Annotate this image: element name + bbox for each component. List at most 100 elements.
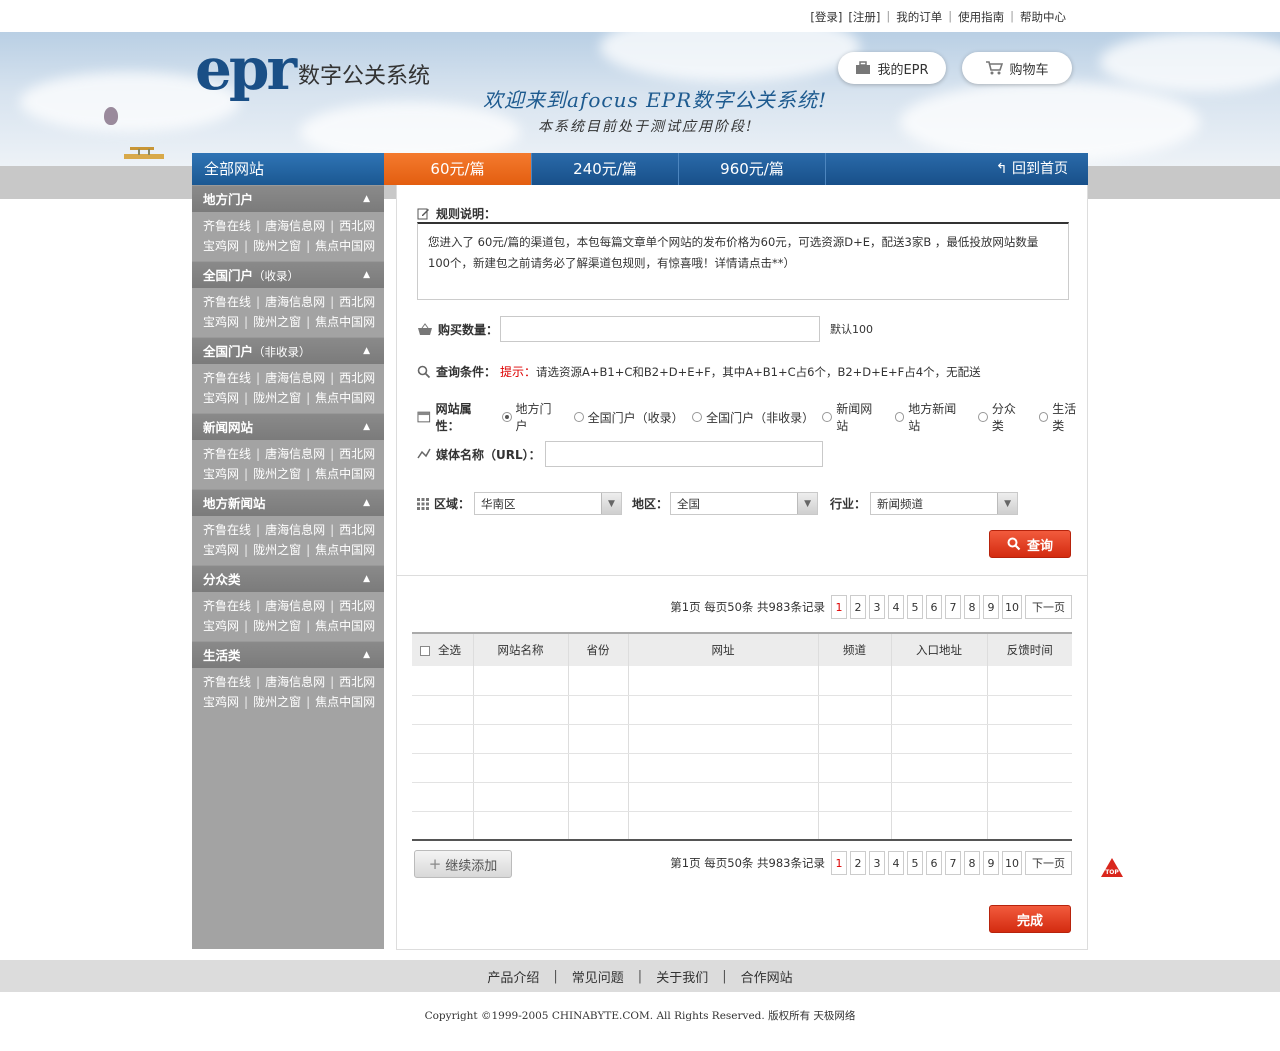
sidebar-site-link[interactable]: 陇州之窗 (253, 467, 301, 481)
page-button[interactable]: 8 (964, 851, 980, 875)
page-button[interactable]: 9 (983, 595, 999, 619)
sidebar-section-header[interactable]: 地方新闻站 ▲ (192, 489, 384, 516)
page-button[interactable]: 6 (926, 851, 942, 875)
page-button[interactable]: 4 (888, 851, 904, 875)
sidebar-site-link[interactable]: 西北网 (339, 371, 375, 385)
sidebar-site-link[interactable]: 齐鲁在线 (203, 523, 251, 537)
query-button[interactable]: 查询 (989, 530, 1071, 558)
logo[interactable]: epr 数字公关系统 (195, 40, 430, 98)
tab-240[interactable]: 240元/篇 (531, 153, 678, 185)
page-button[interactable]: 8 (964, 595, 980, 619)
radio-button[interactable] (692, 412, 703, 422)
radio-button[interactable] (894, 412, 905, 422)
nature-radio-option[interactable]: 全国门户（非收录） (692, 400, 814, 434)
select-all-checkbox[interactable] (420, 645, 430, 656)
my-orders-link[interactable]: 我的订单 (890, 9, 948, 25)
radio-button[interactable] (978, 412, 988, 422)
tab-960[interactable]: 960元/篇 (678, 153, 825, 185)
industry-select[interactable]: 新闻频道 ▼ (870, 492, 1019, 515)
sidebar-site-link[interactable]: 宝鸡网 (203, 619, 239, 633)
nature-radio-option[interactable]: 分众类 (978, 400, 1026, 434)
nature-radio-option[interactable]: 全国门户（收录） (573, 400, 684, 434)
sidebar-site-link[interactable]: 焦点中国网 (315, 391, 375, 405)
sidebar-site-link[interactable]: 唐海信息网 (265, 447, 325, 461)
page-button[interactable]: 5 (907, 851, 923, 875)
sidebar-site-link[interactable]: 齐鲁在线 (203, 447, 251, 461)
page-button[interactable]: 6 (926, 595, 942, 619)
page-button[interactable]: 7 (945, 851, 961, 875)
my-epr-button[interactable]: 我的EPR (838, 52, 946, 84)
sidebar-site-link[interactable]: 唐海信息网 (265, 219, 325, 233)
media-url-input[interactable] (544, 441, 823, 467)
sidebar-site-link[interactable]: 西北网 (339, 523, 375, 537)
sidebar-site-link[interactable]: 宝鸡网 (203, 695, 239, 709)
page-button[interactable]: 10 (1002, 595, 1022, 619)
sidebar-site-link[interactable]: 宝鸡网 (203, 239, 239, 253)
add-more-button[interactable]: + 继续添加 (414, 850, 512, 878)
sidebar-site-link[interactable]: 唐海信息网 (265, 371, 325, 385)
footer-product-link[interactable]: 产品介绍 (487, 967, 539, 986)
collapse-arrow-icon[interactable]: ▲ (363, 262, 370, 289)
page-button[interactable]: 4 (888, 595, 904, 619)
sidebar-site-link[interactable]: 宝鸡网 (203, 467, 239, 481)
next-page-button[interactable]: 下一页 (1025, 851, 1072, 875)
sidebar-site-link[interactable]: 唐海信息网 (265, 295, 325, 309)
sidebar-site-link[interactable]: 西北网 (339, 295, 375, 309)
collapse-arrow-icon[interactable]: ▲ (363, 566, 370, 593)
sidebar-site-link[interactable]: 宝鸡网 (203, 543, 239, 557)
radio-button[interactable] (501, 412, 512, 422)
region-select[interactable]: 华南区 ▼ (474, 492, 623, 515)
sidebar-site-link[interactable]: 西北网 (339, 219, 375, 233)
sidebar-site-link[interactable]: 焦点中国网 (315, 543, 375, 557)
home-link[interactable]: ↰ 回到首页 (825, 153, 1088, 185)
page-button[interactable]: 9 (983, 851, 999, 875)
footer-partners-link[interactable]: 合作网站 (741, 967, 793, 986)
sidebar-site-link[interactable]: 陇州之窗 (253, 695, 301, 709)
sidebar-site-link[interactable]: 焦点中国网 (315, 315, 375, 329)
nature-radio-option[interactable]: 生活类 (1038, 400, 1087, 434)
sidebar-section-header[interactable]: 生活类 ▲ (192, 641, 384, 668)
login-link[interactable]: [登录] (804, 9, 848, 25)
collapse-arrow-icon[interactable]: ▲ (363, 490, 370, 517)
sidebar-site-link[interactable]: 唐海信息网 (265, 599, 325, 613)
footer-about-link[interactable]: 关于我们 (656, 967, 708, 986)
tab-60[interactable]: 60元/篇 (384, 153, 531, 185)
sidebar-site-link[interactable]: 陇州之窗 (253, 239, 301, 253)
sidebar-site-link[interactable]: 焦点中国网 (315, 467, 375, 481)
help-link[interactable]: 帮助中心 (1014, 9, 1072, 25)
sidebar-site-link[interactable]: 齐鲁在线 (203, 371, 251, 385)
page-button[interactable]: 3 (869, 851, 885, 875)
collapse-arrow-icon[interactable]: ▲ (363, 338, 370, 365)
sidebar-site-link[interactable]: 西北网 (339, 599, 375, 613)
all-sites-tab[interactable]: 全部网站 (192, 153, 384, 185)
sidebar-section-header[interactable]: 地方门户 ▲ (192, 185, 384, 212)
sidebar-site-link[interactable]: 陇州之窗 (253, 543, 301, 557)
page-button[interactable]: 2 (850, 595, 866, 619)
sidebar-section-header[interactable]: 分众类 ▲ (192, 565, 384, 592)
radio-button[interactable] (1038, 412, 1049, 422)
back-to-top-icon[interactable]: TOP (1100, 857, 1124, 879)
page-button[interactable]: 5 (907, 595, 923, 619)
select-all-header[interactable]: 全选 (412, 632, 473, 666)
collapse-arrow-icon[interactable]: ▲ (363, 642, 370, 669)
quantity-input[interactable] (500, 316, 821, 342)
sidebar-section-header[interactable]: 全国门户（非收录） ▲ (192, 337, 384, 364)
guide-link[interactable]: 使用指南 (952, 9, 1010, 25)
sidebar-site-link[interactable]: 焦点中国网 (315, 239, 375, 253)
nature-radio-option[interactable]: 地方新闻站 (894, 400, 967, 434)
sidebar-site-link[interactable]: 宝鸡网 (203, 315, 239, 329)
radio-button[interactable] (822, 412, 833, 422)
sidebar-site-link[interactable]: 焦点中国网 (315, 695, 375, 709)
sidebar-site-link[interactable]: 齐鲁在线 (203, 295, 251, 309)
page-button[interactable]: 10 (1002, 851, 1022, 875)
sidebar-site-link[interactable]: 陇州之窗 (253, 391, 301, 405)
sidebar-site-link[interactable]: 陇州之窗 (253, 315, 301, 329)
page-button[interactable]: 3 (869, 595, 885, 619)
next-page-button[interactable]: 下一页 (1025, 595, 1072, 619)
footer-faq-link[interactable]: 常见问题 (572, 967, 624, 986)
done-button[interactable]: 完成 (989, 905, 1071, 933)
page-button[interactable]: 1 (831, 851, 847, 875)
sidebar-site-link[interactable]: 齐鲁在线 (203, 219, 251, 233)
nature-radio-option[interactable]: 新闻网站 (822, 400, 882, 434)
sidebar-section-header[interactable]: 全国门户（收录） ▲ (192, 261, 384, 288)
